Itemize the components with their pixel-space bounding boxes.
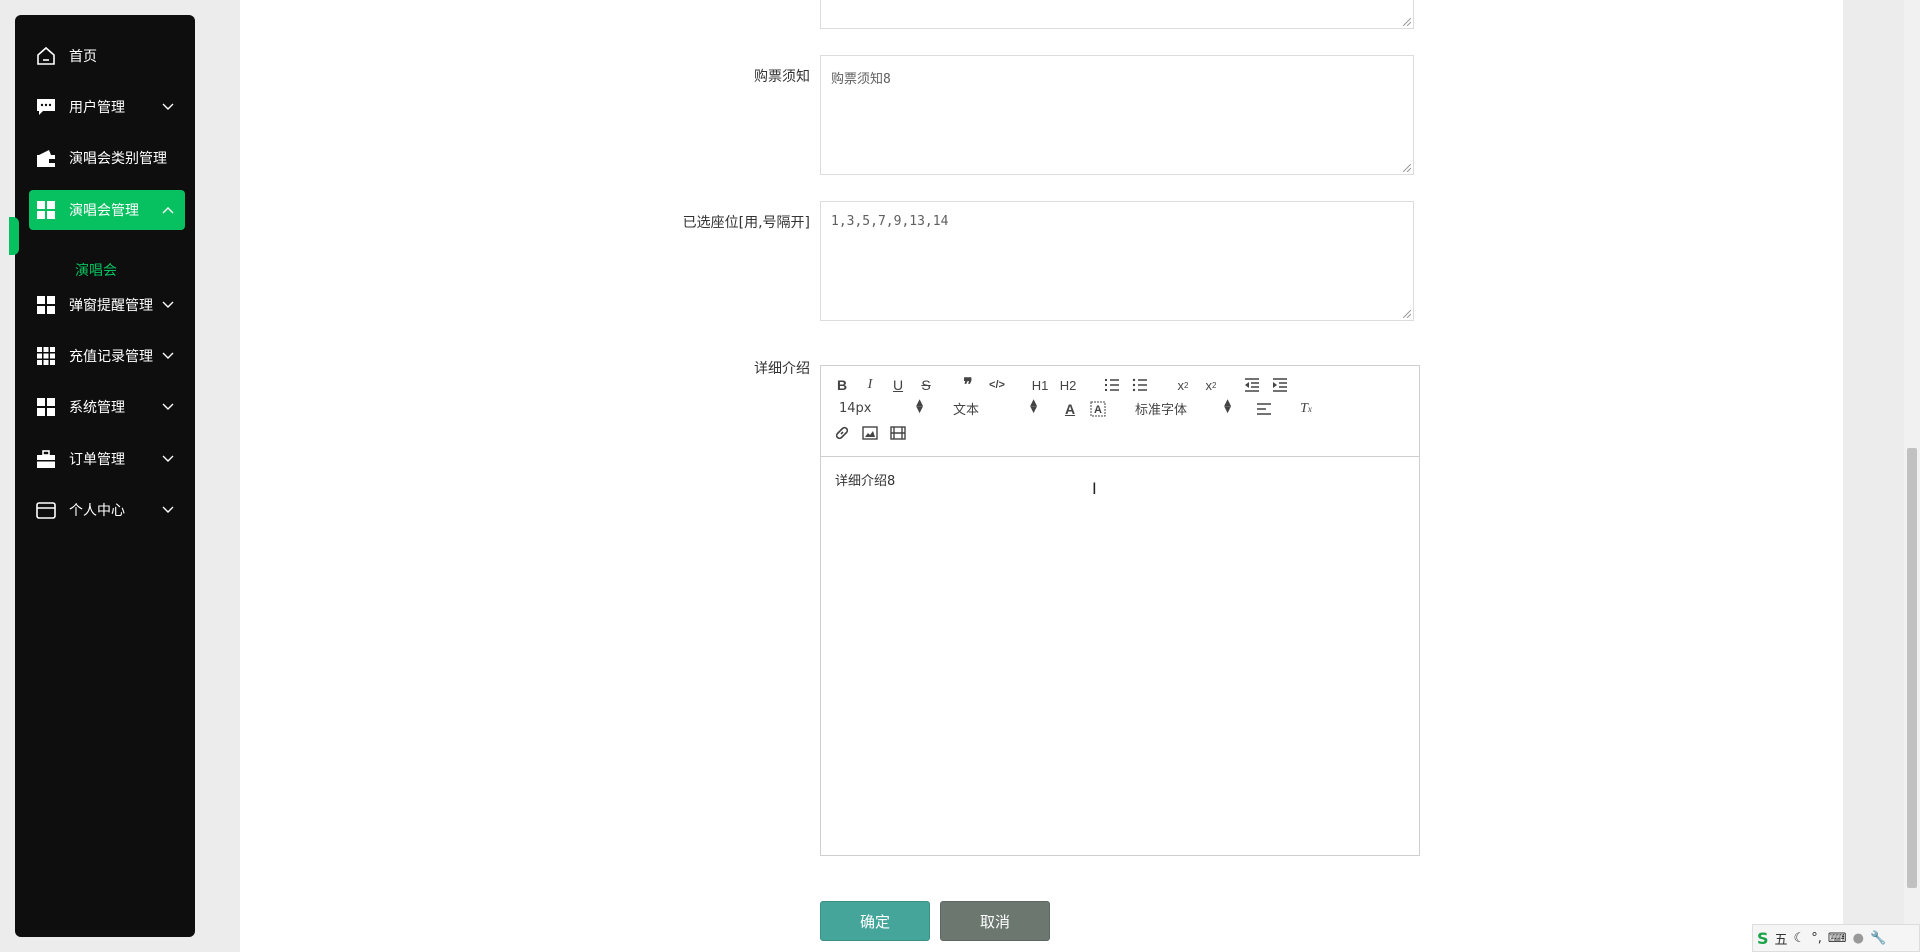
ime-mode[interactable]: 五 — [1775, 929, 1788, 948]
superscript-icon[interactable]: x2 — [1201, 376, 1221, 394]
heading-value: 文本 — [953, 402, 980, 418]
chevron-down-icon — [161, 400, 175, 414]
detail-value: 详细介绍8 — [835, 474, 896, 489]
seats-textarea[interactable]: 1,3,5,7,9,13,14 — [820, 201, 1414, 321]
chevron-down-icon — [161, 298, 175, 312]
sidebar-item-label: 演唱会类别管理 — [69, 151, 167, 167]
moon-icon[interactable]: ☾ — [1794, 931, 1806, 946]
confirm-button[interactable]: 确定 — [820, 901, 930, 941]
subscript-icon[interactable]: x2 — [1173, 376, 1193, 394]
heading1-label: H1 — [1031, 377, 1049, 393]
user-icon[interactable]: ● — [1853, 931, 1864, 946]
sidebar-item-label: 充值记录管理 — [69, 349, 153, 365]
grid-icon — [35, 396, 57, 418]
chevron-down-icon — [161, 100, 175, 114]
card-icon — [35, 499, 57, 521]
prev-textarea[interactable] — [820, 0, 1414, 29]
font-family-picker[interactable]: 标准字体 ▲ ▼ — [1135, 398, 1231, 418]
underline-icon[interactable]: U — [889, 376, 907, 394]
sidebar-item-label: 用户管理 — [69, 100, 125, 116]
sidebar-item-concert-category[interactable]: 演唱会类别管理 — [29, 138, 185, 178]
chevron-down-icon — [161, 452, 175, 466]
indent-icon[interactable] — [1271, 376, 1289, 394]
code-icon[interactable]: </> — [987, 376, 1007, 394]
resize-handle-icon[interactable] — [1403, 18, 1411, 26]
notice-label: 购票须知 — [754, 69, 810, 85]
scrollbar-thumb[interactable] — [1907, 448, 1917, 888]
ordered-list-icon[interactable] — [1103, 376, 1121, 394]
chevron-down-icon — [161, 349, 175, 363]
page-scrollbar[interactable] — [1904, 0, 1920, 952]
heading-picker[interactable]: 文本 ▲ ▼ — [953, 398, 1037, 418]
sidebar-item-popup-reminder[interactable]: 弹窗提醒管理 — [29, 285, 185, 325]
heading2-icon[interactable]: H2 — [1057, 376, 1079, 394]
cancel-button[interactable]: 取消 — [940, 901, 1050, 941]
sidebar-item-concert-management[interactable]: 演唱会管理 — [29, 190, 185, 230]
wrench-icon[interactable]: 🔧 — [1870, 931, 1886, 946]
home-icon — [35, 45, 57, 67]
italic-icon[interactable]: I — [861, 376, 879, 394]
chat-icon — [35, 96, 57, 118]
picker-arrows-icon: ▲ ▼ — [916, 398, 923, 415]
ime-logo-icon[interactable]: S — [1757, 929, 1769, 948]
sidebar-item-label: 弹窗提醒管理 — [69, 298, 153, 314]
chevron-down-icon — [161, 503, 175, 517]
sidebar-item-recharge-records[interactable]: 充值记录管理 — [29, 336, 185, 376]
grid9-icon — [35, 345, 57, 367]
svg-text:A: A — [1094, 404, 1102, 416]
blockquote-icon[interactable]: ❞ — [959, 375, 977, 394]
ime-toolbar: S 五 ☾ °, ⌨ ● 🔧 — [1752, 924, 1920, 952]
sidebar-item-label: 首页 — [69, 49, 97, 65]
sidebar-item-label: 演唱会管理 — [69, 203, 139, 219]
main-panel: 购票须知 购票须知8 已选座位[用,号隔开] 1,3,5,7,9,13,14 详… — [240, 0, 1843, 952]
background-color-icon[interactable]: A — [1089, 400, 1107, 418]
resize-handle-icon[interactable] — [1403, 310, 1411, 318]
text-cursor-icon: I — [1092, 479, 1097, 498]
clear-format-icon[interactable]: Tx — [1297, 400, 1315, 418]
sidebar-item-profile[interactable]: 个人中心 — [29, 490, 185, 530]
font-size-picker[interactable]: 14px ▲ ▼ — [839, 398, 923, 416]
sidebar-item-users[interactable]: 用户管理 — [29, 87, 185, 127]
punctuation-icon[interactable]: °, — [1811, 931, 1822, 946]
editor-content[interactable]: 详细介绍8 — [835, 470, 895, 489]
wallet-icon — [35, 147, 57, 169]
font-color-icon[interactable]: A — [1061, 400, 1079, 418]
sidebar-subitem-concert[interactable]: 演唱会 — [75, 260, 117, 280]
heading1-icon[interactable]: H1 — [1029, 376, 1051, 394]
detail-label: 详细介绍 — [754, 361, 810, 377]
briefcase-icon — [35, 448, 57, 470]
font-family-value: 标准字体 — [1135, 402, 1188, 418]
sidebar-item-orders[interactable]: 订单管理 — [29, 439, 185, 479]
outdent-icon[interactable] — [1243, 376, 1261, 394]
sidebar-item-home[interactable]: 首页 — [29, 36, 185, 76]
chevron-up-icon — [161, 203, 175, 217]
link-icon[interactable] — [833, 424, 851, 442]
strikethrough-icon[interactable]: S — [917, 376, 935, 394]
rich-text-editor[interactable]: B I U S ❞ </> H1 H2 x2 x2 14px ▲ ▼ 文本 ▲ … — [820, 365, 1420, 856]
picker-arrows-icon: ▲ ▼ — [1224, 398, 1231, 415]
sidebar-item-system[interactable]: 系统管理 — [29, 387, 185, 427]
bullet-list-icon[interactable] — [1131, 376, 1149, 394]
sidebar: 首页 用户管理 演唱会类别管理 演唱会管理 演唱会 弹窗提醒管理 充值记录管理 — [9, 15, 195, 937]
seats-value: 1,3,5,7,9,13,14 — [831, 214, 949, 229]
bold-icon[interactable]: B — [833, 376, 851, 394]
sidebar-item-label: 个人中心 — [69, 503, 125, 519]
notice-textarea[interactable]: 购票须知8 — [820, 55, 1414, 175]
notice-value: 购票须知8 — [831, 72, 891, 87]
font-size-value: 14px — [839, 400, 872, 416]
grid-icon — [35, 294, 57, 316]
picker-arrows-icon: ▲ ▼ — [1030, 398, 1037, 415]
image-icon[interactable] — [861, 424, 879, 442]
sidebar-item-label: 系统管理 — [69, 400, 125, 416]
editor-toolbar: B I U S ❞ </> H1 H2 x2 x2 14px ▲ ▼ 文本 ▲ … — [821, 366, 1419, 457]
grid-icon — [35, 199, 57, 221]
align-left-icon[interactable] — [1255, 400, 1273, 418]
video-icon[interactable] — [889, 424, 907, 442]
seats-label: 已选座位[用,号隔开] — [682, 215, 810, 231]
sidebar-item-label: 订单管理 — [69, 452, 125, 468]
keyboard-icon[interactable]: ⌨ — [1828, 931, 1847, 946]
resize-handle-icon[interactable] — [1403, 164, 1411, 172]
heading2-label: H2 — [1059, 377, 1077, 393]
active-indicator — [9, 217, 19, 255]
